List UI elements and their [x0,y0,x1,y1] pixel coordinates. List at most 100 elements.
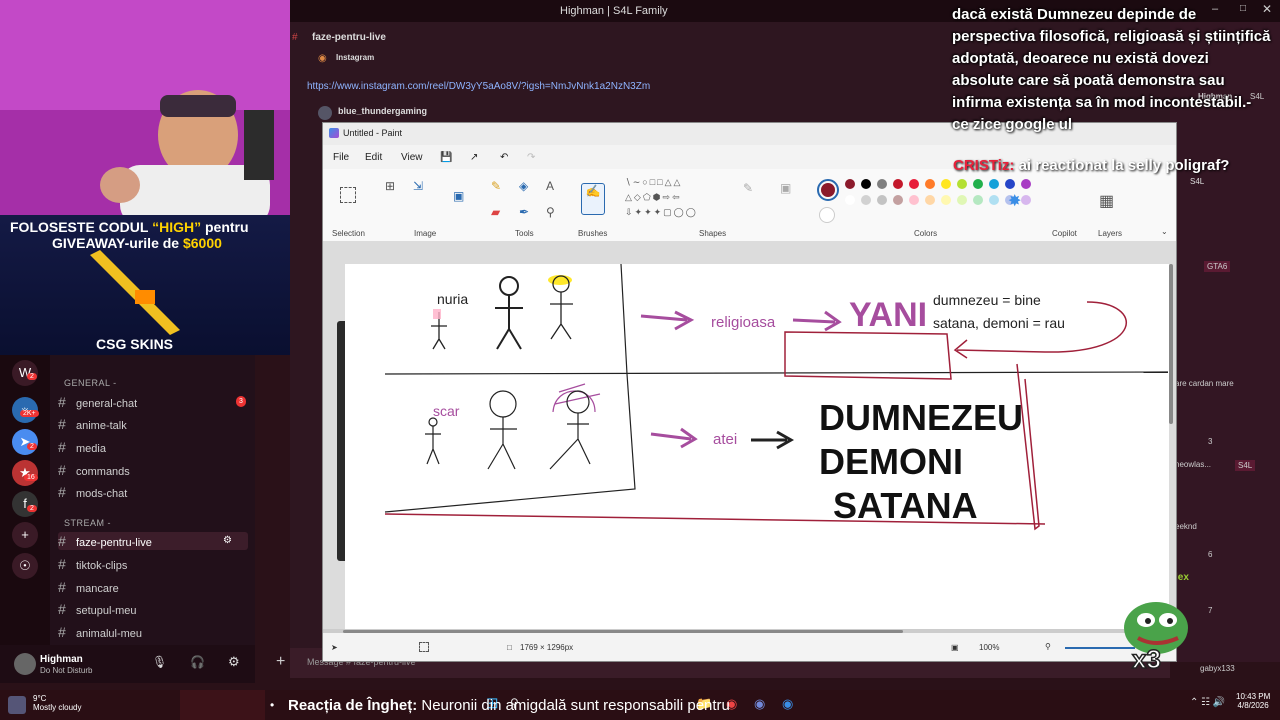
gear-icon[interactable]: ⚙ [223,532,232,550]
category-stream[interactable]: STREAM - [64,518,111,528]
fill-style-icon[interactable]: ▣ [780,181,791,195]
color-swatch[interactable] [941,195,951,205]
ribbon-label-shapes: Shapes [699,229,727,238]
discord-taskbar-icon[interactable]: ◉ [754,696,765,712]
selection-tool-icon[interactable] [340,187,356,203]
weather-widget[interactable]: 9°C Mostly cloudy [33,694,81,712]
fill-icon[interactable]: ◈ [519,179,528,193]
member-name[interactable]: lex [1175,572,1189,583]
color-picker-icon[interactable]: ✒ [519,205,529,219]
fit-icon[interactable]: ▣ [951,643,959,652]
color-swatch[interactable] [861,195,871,205]
primary-color[interactable] [817,179,839,201]
undo-icon[interactable]: ↶ [500,152,508,163]
color-swatch[interactable] [1021,195,1031,205]
color-swatch[interactable] [925,195,935,205]
channel-commands[interactable]: # commands [58,461,130,479]
text-icon[interactable]: A [546,179,554,193]
category-general[interactable]: GENERAL - [64,378,117,388]
server-icon[interactable]: ➤ [12,429,38,455]
server-icon[interactable]: ★ [12,460,38,486]
shapes-gallery[interactable]: △◇⬠⬢⇨⇦ [625,192,682,203]
tray-icons[interactable]: ⌃ ☷ 🔊 [1190,697,1225,708]
color-swatch[interactable] [909,179,919,189]
scrollbar-thumb[interactable] [343,630,903,633]
color-swatch[interactable] [845,195,855,205]
drawing-canvas[interactable]: nuria religioasa YANI dumnezeu = bine sa… [345,263,1169,629]
color-swatch[interactable] [973,195,983,205]
vertical-scrollbar[interactable] [1169,264,1173,424]
channel-animalul-meu[interactable]: # animalul-meu [58,623,142,641]
secondary-color[interactable] [819,207,835,223]
color-swatch[interactable] [925,179,935,189]
outline-icon[interactable]: ✎ [743,181,753,195]
image-select-icon[interactable]: ▣ [453,189,464,203]
layers-icon[interactable]: ▦ [1099,191,1114,211]
add-server-icon[interactable]: + [12,522,38,548]
menu-view[interactable]: View [401,152,423,163]
redo-icon[interactable]: ↷ [527,152,535,163]
settings-gear-icon[interactable]: ⚙ [228,654,240,670]
ribbon-collapse-icon[interactable]: ⌄ [1161,227,1168,236]
news-ticker: Reacția de Îngheț: Neuronii din amigdală… [288,697,730,714]
pencil-icon[interactable]: ✎ [491,179,501,193]
member-name[interactable]: eeknd [1175,522,1197,531]
message-author[interactable]: blue_thundergaming [338,106,427,116]
headphones-icon[interactable]: 🎧 [190,655,205,669]
color-swatch[interactable] [877,195,887,205]
paint-taskbar-icon[interactable]: ◉ [782,696,793,712]
channel-general-chat[interactable]: # general-chat 3 [58,393,246,411]
color-swatch[interactable] [893,179,903,189]
save-icon[interactable]: 💾 [440,152,452,163]
color-swatch[interactable] [893,195,903,205]
color-swatch[interactable] [989,195,999,205]
menu-edit[interactable]: Edit [365,152,382,163]
color-swatch[interactable] [909,195,919,205]
avatar[interactable] [14,653,36,675]
color-swatch[interactable] [957,195,967,205]
color-swatch[interactable] [1021,179,1031,189]
copilot-icon[interactable]: ✸ [1008,191,1021,211]
menu-file[interactable]: File [333,152,349,163]
color-swatch[interactable] [989,179,999,189]
color-swatch[interactable] [1005,179,1015,189]
weather-icon[interactable] [8,696,26,714]
channel-setupul-meu[interactable]: # setupul-meu [58,600,137,618]
shapes-gallery[interactable]: ⇩✦✦✦▢◯◯ [625,207,698,218]
channel-faze-pentru-live[interactable]: # faze-pentru-live ⚙ [58,532,248,550]
share-icon[interactable]: ↗ [470,152,478,163]
add-attachment-icon[interactable]: + [276,653,285,671]
channel-mods-chat[interactable]: # mods-chat [58,483,127,501]
server-rail: W ☼ ➤ ★ f + ☉ 2 2K+ 2 16 2 [0,355,50,645]
channel-anime-talk[interactable]: # anime-talk [58,415,127,433]
zoom-level[interactable]: 100% [979,643,999,652]
resize-icon[interactable]: ⇲ [413,179,423,193]
avatar[interactable] [318,106,332,120]
brush-icon[interactable]: ✍ [581,183,605,215]
color-swatch[interactable] [957,179,967,189]
explore-icon[interactable]: ☉ [12,553,38,579]
channel-tiktok-clips[interactable]: # tiktok-clips [58,555,127,573]
color-swatch[interactable] [973,179,983,189]
eraser-icon[interactable]: ▰ [491,205,500,219]
member-name[interactable]: gabyx133 [1200,664,1235,673]
channel-mancare[interactable]: # mancare [58,578,119,596]
magnifier-icon[interactable]: ⚲ [546,205,555,219]
message-link[interactable]: https://www.instagram.com/reel/DW3yY5aAo… [307,81,650,92]
channel-label: anime-talk [76,420,127,432]
color-swatch[interactable] [941,179,951,189]
channel-media[interactable]: # media [58,438,106,456]
crop-icon[interactable]: ⊞ [385,179,395,193]
microphone-icon[interactable]: 🎙 [152,655,167,669]
color-swatch[interactable] [845,179,855,189]
horizontal-scrollbar[interactable] [323,629,1169,633]
system-clock[interactable]: 10:43 PM 4/8/2026 [1236,692,1270,710]
instagram-icon: ◉ [318,53,327,64]
server-icon[interactable]: f [12,491,38,517]
color-swatch[interactable] [877,179,887,189]
member-name[interactable]: neowlas... [1175,460,1211,469]
shapes-gallery[interactable]: ∖∼○□□△△ [625,177,682,188]
color-swatch[interactable] [861,179,871,189]
zoom-out-icon[interactable]: ⚲ [1045,642,1051,651]
weather-status: Mostly cloudy [33,703,82,712]
